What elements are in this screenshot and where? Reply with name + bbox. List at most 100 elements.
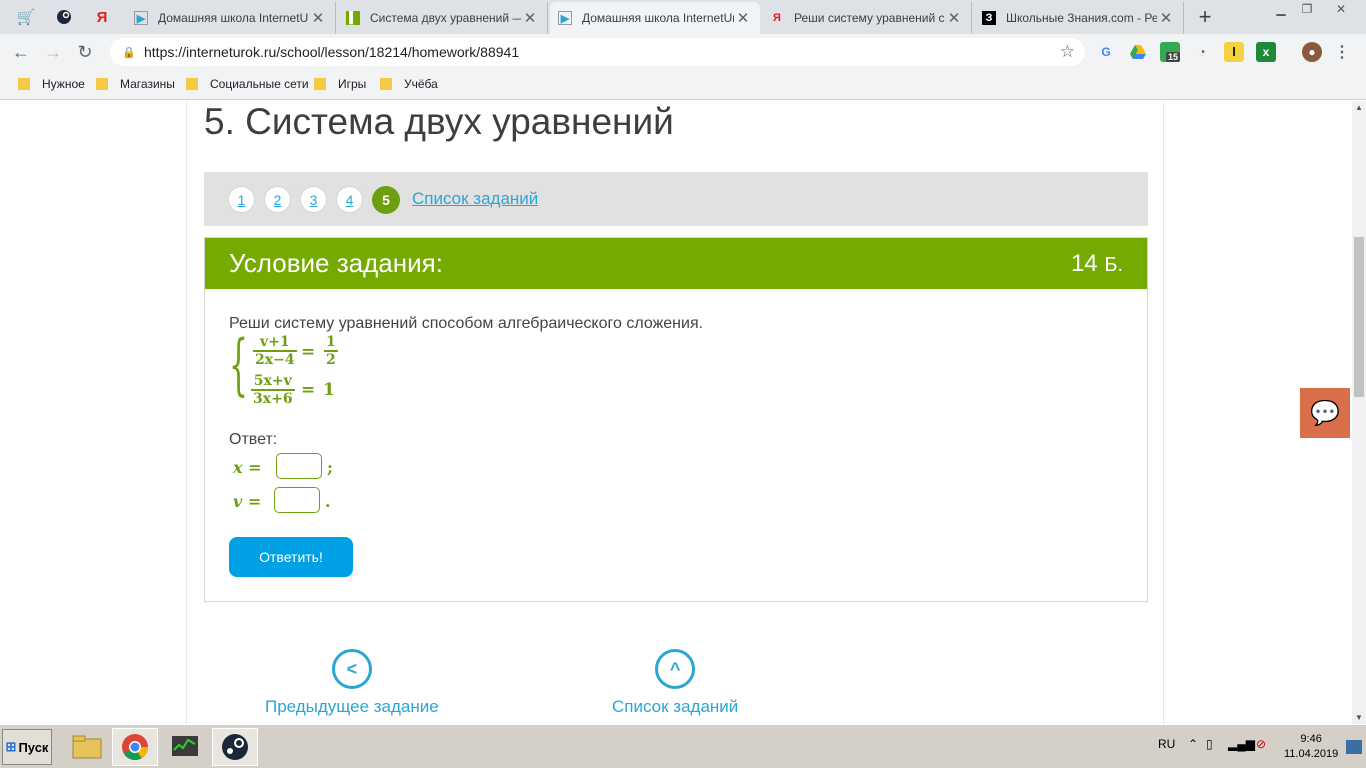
play-icon: ▶ bbox=[558, 11, 572, 25]
bookmark-folder[interactable]: Социальные сети bbox=[186, 77, 309, 91]
reload-icon[interactable]: ↻ bbox=[72, 40, 98, 64]
usb-icon[interactable]: ▯ bbox=[1206, 737, 1213, 751]
address-bar[interactable]: 🔒 https://interneturok.ru/school/lesson/… bbox=[110, 38, 1085, 66]
v-answer-input[interactable] bbox=[274, 487, 320, 513]
tab-2[interactable]: ▌ Система двух уравнений — з ✕ bbox=[338, 2, 548, 34]
url-text: https://interneturok.ru/school/lesson/18… bbox=[144, 44, 520, 60]
x-answer-input[interactable] bbox=[276, 453, 322, 479]
show-desktop-icon[interactable] bbox=[1346, 740, 1362, 754]
folder-icon bbox=[186, 78, 198, 90]
chrome-icon[interactable] bbox=[112, 728, 158, 766]
tab-bar: 🛒 Я ▶ Домашняя школа InternetUro ✕ ▌ Сис… bbox=[0, 0, 1366, 34]
play-icon: ▶ bbox=[134, 11, 148, 25]
speed-dial-icon[interactable]: ◔ bbox=[1192, 42, 1212, 62]
page-2[interactable]: 2 bbox=[264, 186, 291, 213]
prev-task-link[interactable]: < Предыдущее задание bbox=[265, 649, 439, 717]
bookmark-label: Нужное bbox=[42, 77, 85, 91]
chevron-left-icon: < bbox=[331, 649, 372, 689]
back-icon[interactable]: ← bbox=[8, 40, 34, 64]
start-label: Пуск bbox=[18, 739, 49, 755]
volume-muted-icon[interactable]: ⊘ bbox=[1256, 737, 1266, 751]
points: 14 Б. bbox=[1071, 250, 1123, 278]
close-icon[interactable]: ✕ bbox=[309, 9, 327, 27]
task-list-link[interactable]: Список заданий bbox=[412, 189, 538, 209]
page-3[interactable]: 3 bbox=[300, 186, 327, 213]
start-button[interactable]: ⊞ Пуск bbox=[2, 729, 52, 765]
eq1-numerator: v+1 bbox=[259, 334, 290, 350]
clock[interactable]: 9:46 11.04.2019 bbox=[1284, 732, 1338, 762]
eq1-denominator: 2x−4 bbox=[253, 350, 297, 368]
steam-icon[interactable] bbox=[212, 728, 258, 766]
task-text: Реши систему уравнений способом алгебраи… bbox=[229, 315, 704, 332]
scroll-thumb[interactable] bbox=[1354, 237, 1364, 397]
language-indicator[interactable]: RU bbox=[1158, 737, 1175, 751]
tab-3-active[interactable]: ▶ Домашняя школа InternetUro ✕ bbox=[550, 2, 760, 34]
window-close-icon[interactable]: ✕ bbox=[1320, 0, 1362, 18]
bookmarks-bar: Нужное Магазины Социальные сети Игры Учё… bbox=[0, 70, 1366, 100]
bookmark-label: Социальные сети bbox=[210, 77, 309, 91]
page-5-current[interactable]: 5 bbox=[372, 186, 400, 214]
cart-icon[interactable]: 🛒 bbox=[10, 4, 42, 30]
browser-toolbar: ← → ↻ 🔒 https://interneturok.ru/school/l… bbox=[0, 34, 1366, 70]
x-extension-icon[interactable]: x bbox=[1256, 42, 1276, 62]
close-icon[interactable]: ✕ bbox=[521, 9, 539, 27]
green-grid-icon: ▌ bbox=[346, 11, 360, 25]
network-icon[interactable]: ▂▄▆ bbox=[1228, 737, 1255, 751]
bookmark-star-icon[interactable]: ☆ bbox=[1060, 42, 1075, 62]
prev-task-label: Предыдущее задание bbox=[265, 697, 439, 716]
eq2-denominator: 3x+6 bbox=[251, 389, 295, 407]
close-icon[interactable]: ✕ bbox=[734, 9, 752, 27]
windows-icon: ⊞ bbox=[5, 739, 17, 754]
bottom-task-list-link[interactable]: ^ Список заданий bbox=[612, 649, 738, 717]
profile-avatar[interactable]: ● bbox=[1302, 42, 1322, 62]
bookmark-folder[interactable]: Учёба bbox=[380, 77, 438, 91]
chat-icon[interactable]: 💬 bbox=[1300, 388, 1350, 438]
page-4[interactable]: 4 bbox=[336, 186, 363, 213]
minimize-icon[interactable]: ▁ bbox=[1268, 0, 1294, 18]
tray-expand-icon[interactable]: ⌃ bbox=[1188, 737, 1198, 751]
l-extension-icon[interactable]: l bbox=[1224, 42, 1244, 62]
page-1[interactable]: 1 bbox=[228, 186, 255, 213]
eq1-rhs: 1 2 bbox=[324, 334, 338, 368]
submit-answer-button[interactable]: Ответить! bbox=[229, 537, 353, 577]
tab-5[interactable]: З Школьные Знания.com - Реш ✕ bbox=[974, 2, 1184, 34]
scroll-down-icon[interactable]: ▼ bbox=[1352, 713, 1366, 722]
new-tab-button[interactable]: + bbox=[1192, 4, 1218, 29]
steam-icon[interactable] bbox=[48, 4, 80, 30]
eq2-numerator: 5x+v bbox=[253, 373, 292, 389]
tab-title: Домашняя школа InternetUro bbox=[158, 11, 309, 25]
tab-4[interactable]: Я Реши систему уравнений спо ✕ bbox=[762, 2, 972, 34]
extension-badge: 15 bbox=[1166, 52, 1181, 62]
close-icon[interactable]: ✕ bbox=[1157, 9, 1175, 27]
lock-icon: 🔒 bbox=[122, 46, 136, 59]
scroll-up-icon[interactable]: ▲ bbox=[1352, 103, 1366, 112]
scrollbar[interactable]: ▲ ▼ bbox=[1352, 101, 1366, 724]
folder-icon bbox=[314, 78, 326, 90]
restore-icon[interactable]: ❐ bbox=[1294, 0, 1320, 18]
lesson-content: 5. Система двух уравнений 1 2 3 4 5 Спис… bbox=[186, 101, 1164, 724]
task-card: Условие задания: 14 Б. Реши систему урав… bbox=[204, 237, 1148, 602]
tab-1[interactable]: ▶ Домашняя школа InternetUro ✕ bbox=[126, 2, 336, 34]
bookmark-folder[interactable]: Игры bbox=[314, 77, 366, 91]
yandex-icon[interactable]: Я bbox=[86, 4, 118, 30]
explorer-icon[interactable] bbox=[64, 728, 110, 766]
yandex-icon: Я bbox=[773, 12, 781, 24]
menu-icon[interactable]: ⋮ bbox=[1332, 42, 1352, 62]
task-list-label: Список заданий bbox=[612, 697, 739, 716]
translate-icon[interactable]: G bbox=[1096, 42, 1116, 62]
close-icon[interactable]: ✕ bbox=[945, 9, 963, 27]
os-taskbar: ⊞ Пуск RU ⌃ ▯ ▂▄▆ ⊘ 9:46 11.04.2019 bbox=[0, 724, 1366, 768]
v-variable: v = bbox=[233, 492, 262, 511]
bookmark-folder[interactable]: Нужное bbox=[18, 77, 85, 91]
bookmark-folder[interactable]: Магазины bbox=[96, 77, 175, 91]
forward-icon[interactable]: → bbox=[40, 40, 66, 64]
drive-icon[interactable] bbox=[1128, 42, 1148, 62]
task-manager-icon[interactable] bbox=[162, 728, 208, 766]
eq1-rhs-denominator: 2 bbox=[324, 350, 338, 368]
tab-title: Реши систему уравнений спо bbox=[794, 11, 945, 25]
extension-badge-icon[interactable]: 15 bbox=[1160, 42, 1181, 62]
bookmark-label: Игры bbox=[338, 77, 367, 91]
tab-title: Школьные Знания.com - Реш bbox=[1006, 11, 1157, 25]
eq2-equals: = bbox=[301, 380, 316, 400]
bookmark-label: Магазины bbox=[120, 77, 175, 91]
